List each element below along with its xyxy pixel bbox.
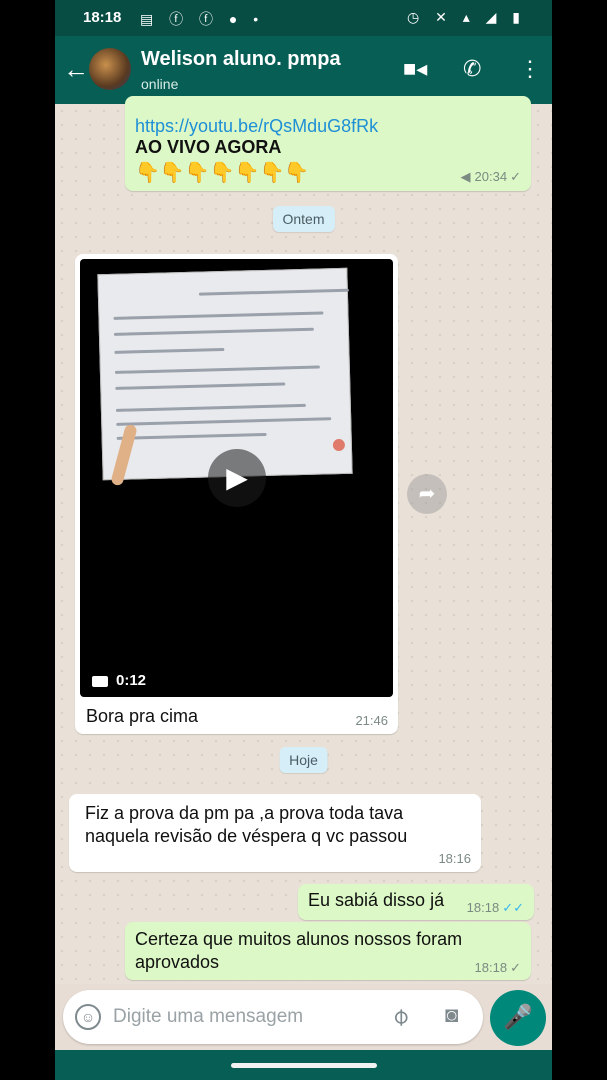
message-time: 21:46 — [355, 713, 388, 728]
message-bubble-outgoing[interactable]: https://youtu.be/rQsMduG8fRk AO VIVO AGO… — [125, 96, 531, 191]
microphone-icon[interactable]: 🎤 — [490, 990, 546, 1046]
message-bubble-outgoing[interactable]: Certeza que muitos alunos nossos foram a… — [125, 922, 531, 980]
avatar[interactable] — [89, 48, 131, 90]
message-compose-bar: ☺ ⌀ ◙ — [63, 990, 483, 1044]
message-time: 18:16 — [438, 851, 471, 866]
video-camera-icon — [92, 675, 108, 687]
more-options-icon[interactable]: ⋮ — [519, 56, 541, 82]
status-bar: 18:18 ▤ ⓕ ⓕ ● • ◷ ✕ ▴ ◢ ▮ — [55, 0, 552, 36]
message-time: 20:34 — [474, 169, 508, 184]
message-meta: 18:18 ✓ — [475, 960, 521, 976]
sent-tick-icon: ✓ — [510, 169, 521, 184]
message-bubble-video[interactable]: ▶ 0:12 Bora pra cima 21:46 — [75, 254, 398, 734]
broadcast-icon: ◀ — [460, 169, 471, 184]
phone-icon[interactable]: ✆ — [463, 56, 481, 82]
message-meta: ◀ 20:34 ✓ — [461, 169, 521, 185]
message-bubble-incoming[interactable]: Fiz a prova da pm pa ,a prova toda tava … — [69, 794, 481, 872]
emoji-icon[interactable]: ☺ — [75, 1004, 101, 1030]
read-tick-icon: ✓✓ — [502, 900, 524, 915]
back-arrow-icon[interactable]: ← — [63, 54, 89, 85]
contact-name[interactable]: Welison aluno. pmpa — [141, 48, 341, 71]
forward-icon[interactable]: ➦ — [407, 474, 447, 514]
sent-tick-icon: ✓ — [510, 960, 521, 975]
message-text: Certeza que muitos alunos nossos foram a… — [135, 929, 463, 972]
chat-header: ← Welison aluno. pmpa online ■◂ ✆ ⋮ — [55, 36, 552, 104]
video-duration: 0:12 — [92, 672, 146, 689]
video-frame-slide — [97, 267, 353, 481]
date-separator: Ontem — [272, 206, 335, 232]
system-nav-bar — [55, 1050, 552, 1080]
contact-status: online — [141, 76, 179, 92]
message-time: 18:18 — [466, 900, 500, 915]
message-time: 18:18 — [474, 960, 508, 975]
status-time: 18:18 — [83, 9, 122, 26]
camera-icon[interactable]: ◙ — [445, 1002, 458, 1028]
message-text: Fiz a prova da pm pa ,a prova toda tava … — [85, 803, 408, 846]
system-icons: ◷ ✕ ▴ ◢ ▮ — [406, 9, 526, 25]
message-text: AO VIVO AGORA — [135, 137, 282, 157]
notification-icons: ▤ ⓕ ⓕ ● • — [140, 11, 265, 27]
message-meta: 18:18 ✓✓ — [467, 900, 524, 916]
message-input[interactable] — [113, 1002, 373, 1032]
phone-screen: 18:18 ▤ ⓕ ⓕ ● • ◷ ✕ ▴ ◢ ▮ ← Welison alun… — [55, 0, 552, 1080]
date-separator: Hoje — [279, 747, 328, 773]
video-thumbnail[interactable]: ▶ 0:12 — [80, 259, 393, 697]
message-link[interactable]: https://youtu.be/rQsMduG8fRk — [135, 116, 521, 137]
attachment-icon[interactable]: ⌀ — [385, 1001, 416, 1032]
chat-area[interactable]: https://youtu.be/rQsMduG8fRk AO VIVO AGO… — [55, 96, 552, 984]
video-call-icon[interactable]: ■◂ — [403, 56, 427, 82]
message-caption: Bora pra cima — [86, 706, 199, 726]
home-gesture-pill[interactable] — [231, 1063, 377, 1068]
play-icon[interactable]: ▶ — [208, 449, 266, 507]
message-bubble-outgoing[interactable]: Eu sabiá disso já 18:18 ✓✓ — [298, 884, 534, 920]
